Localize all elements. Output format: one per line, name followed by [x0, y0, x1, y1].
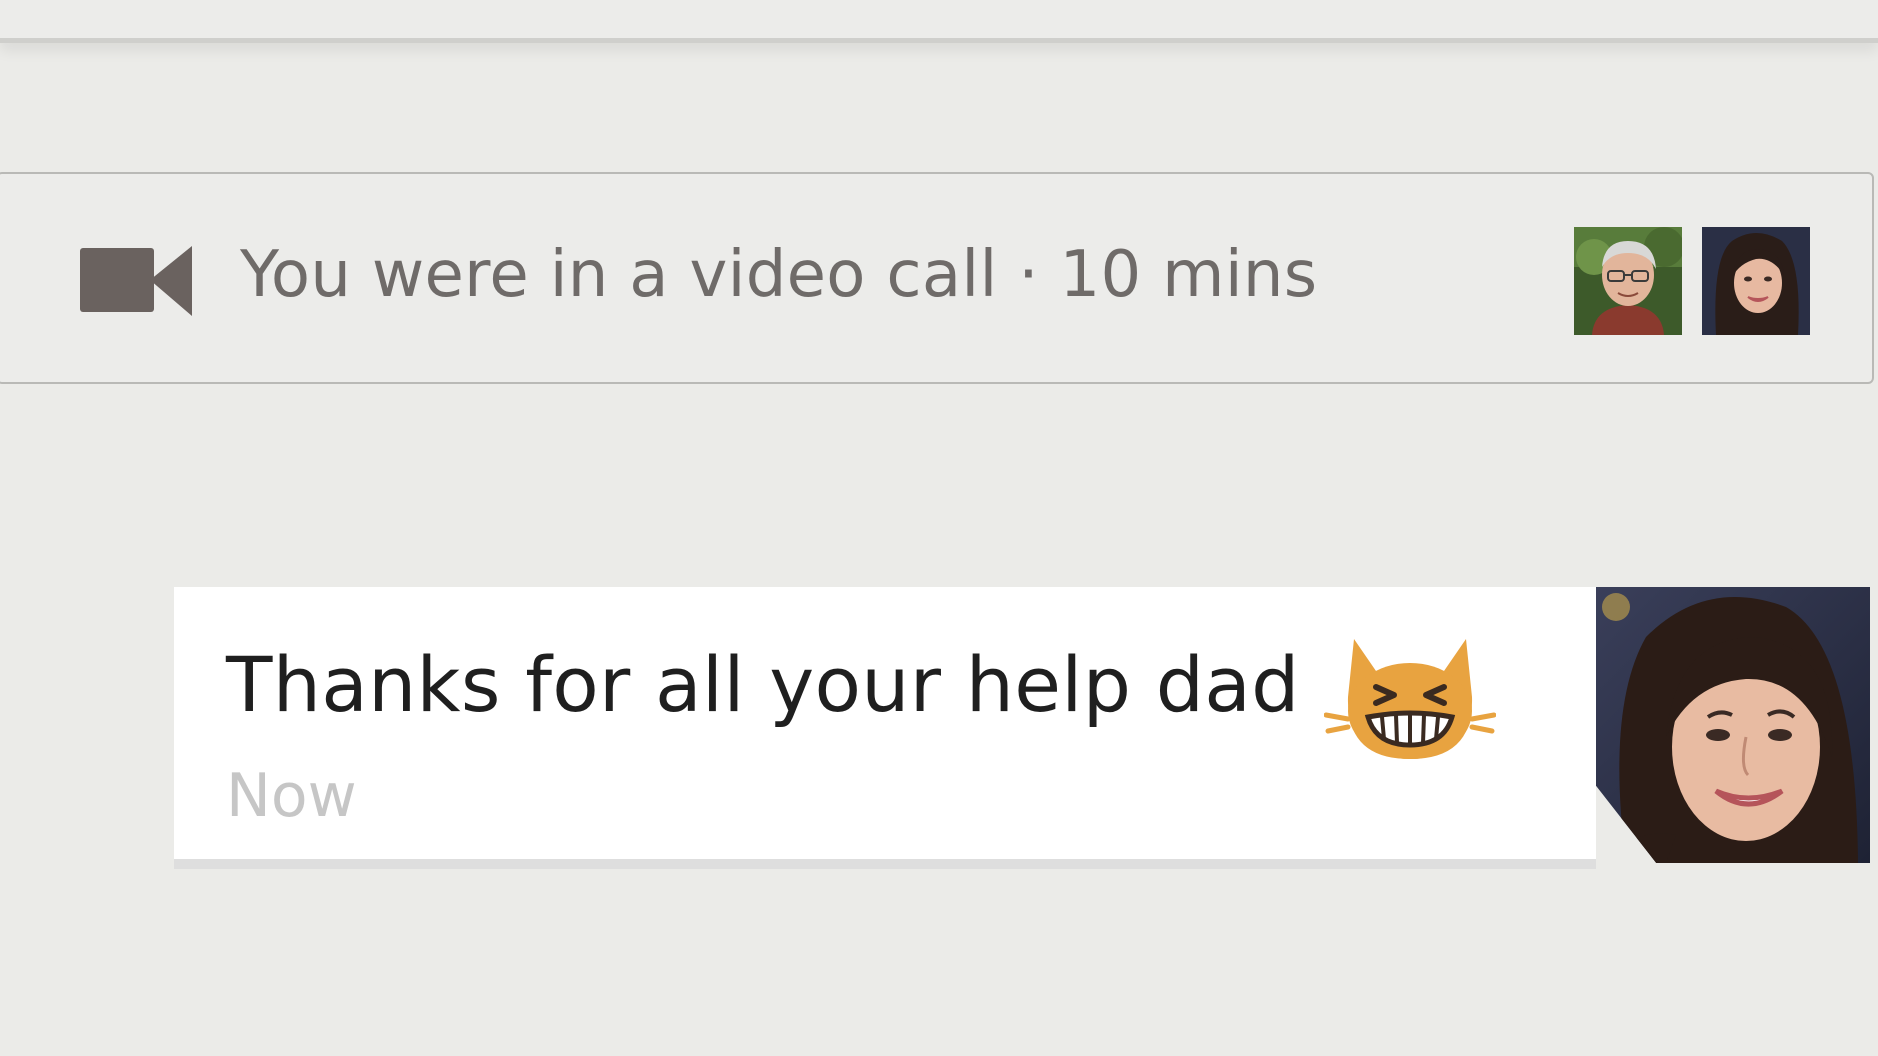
- video-call-summary: You were in a video call · 10 mins: [240, 238, 1318, 312]
- header-divider: [0, 0, 1878, 43]
- message-bubble[interactable]: Thanks for all your help dad Now: [174, 587, 1596, 869]
- grinning-cat-icon: [1324, 639, 1496, 759]
- participant-avatar-1[interactable]: [1574, 227, 1682, 335]
- conversation-view: You were in a video call · 10 mins Thank…: [0, 0, 1878, 1056]
- call-participants: [1574, 227, 1810, 335]
- participant-avatar-2[interactable]: [1702, 227, 1810, 335]
- video-camera-icon: [80, 246, 192, 316]
- message-text: Thanks for all your help dad: [226, 640, 1300, 729]
- sender-avatar[interactable]: [1596, 587, 1870, 863]
- video-call-event[interactable]: You were in a video call · 10 mins: [0, 172, 1874, 384]
- message-timestamp: Now: [226, 761, 357, 831]
